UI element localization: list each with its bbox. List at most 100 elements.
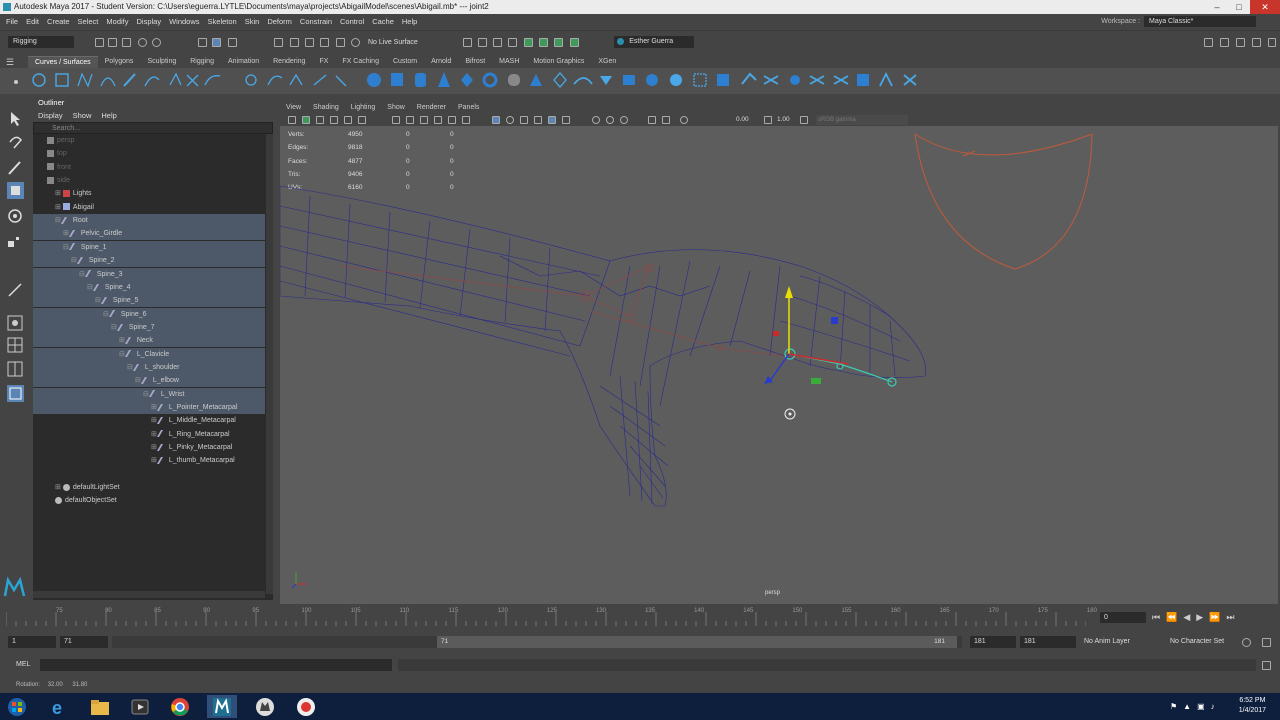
outliner-row[interactable]: ⊞ L_Middle_Metacarpal xyxy=(33,414,265,427)
play-forward-icon[interactable]: ▶ xyxy=(1196,613,1203,622)
outliner-menu-show[interactable]: Show xyxy=(73,111,92,120)
expand-toggle-icon[interactable]: ⊟ xyxy=(111,324,117,331)
outliner-row[interactable]: ⊞ Lights xyxy=(33,187,265,200)
grease-pencil-icon[interactable] xyxy=(358,116,366,124)
menu-constrain[interactable]: Constrain xyxy=(300,17,332,26)
pencil-curve-icon[interactable] xyxy=(123,73,136,87)
show-hidden-icons-icon[interactable]: ▲ xyxy=(1183,702,1191,711)
outliner-row[interactable]: ⊞ Pelvic_Girdle xyxy=(33,227,265,241)
square-surface-icon[interactable] xyxy=(903,74,917,86)
maximize-button[interactable]: □ xyxy=(1228,0,1250,14)
grid-icon[interactable] xyxy=(392,116,400,124)
viewport-menu-show[interactable]: Show xyxy=(387,104,405,111)
outliner-row[interactable]: ⊞ defaultLightSet xyxy=(33,481,265,494)
layout-outliner-icon[interactable] xyxy=(7,385,24,402)
outliner-row[interactable]: front xyxy=(33,161,265,174)
range-bar-track[interactable]: 71 181 xyxy=(112,636,962,648)
anti-aliasing-icon[interactable] xyxy=(648,116,656,124)
menu-deform[interactable]: Deform xyxy=(267,17,292,26)
2d-pan-zoom-icon[interactable] xyxy=(344,116,352,124)
outliner-row[interactable]: ⊟ Spine_6 xyxy=(33,307,265,321)
go-to-start-icon[interactable]: ⏮ xyxy=(1152,613,1160,622)
safe-action-icon[interactable] xyxy=(462,116,470,124)
hypershade-icon[interactable] xyxy=(524,38,533,47)
step-back-key-icon[interactable]: ⏪ xyxy=(1166,613,1177,622)
viewport-menu-lighting[interactable]: Lighting xyxy=(351,104,376,111)
nurbs-cone-icon[interactable] xyxy=(438,72,450,87)
open-scene-icon[interactable] xyxy=(108,38,117,47)
select-tool-icon[interactable] xyxy=(11,112,20,126)
outliner-row[interactable]: defaultObjectSet xyxy=(33,494,265,507)
menu-set-dropdown[interactable]: Rigging xyxy=(8,36,74,48)
new-scene-icon[interactable] xyxy=(95,38,104,47)
select-by-hierarchy-icon[interactable] xyxy=(198,38,207,47)
playback-end-field[interactable]: 181 xyxy=(970,636,1016,648)
viewport-menu-view[interactable]: View xyxy=(286,104,301,111)
menu-windows[interactable]: Windows xyxy=(169,17,199,26)
minimize-button[interactable]: – xyxy=(1206,0,1228,14)
outliner-row[interactable]: ⊟ Spine_4 xyxy=(33,280,265,294)
move-tool-icon[interactable] xyxy=(7,182,24,199)
playback-start-field[interactable]: 71 xyxy=(60,636,108,648)
viewport-persp[interactable]: Verts: 4950 0 0 Edges: 9818 0 0 Faces: 4877 0 0 Tris… xyxy=(280,126,1278,604)
depth-of-field-icon[interactable] xyxy=(662,116,670,124)
workspace-dropdown[interactable]: Maya Classic* xyxy=(1144,16,1256,27)
time-slider-ticks[interactable]: 75 80 85 90 95 100 105 110 115 120 125 130 135 140 145… xyxy=(5,606,1097,628)
menu-edit[interactable]: Edit xyxy=(26,17,39,26)
loft-icon[interactable] xyxy=(267,75,283,86)
script-editor-icon[interactable] xyxy=(1262,661,1271,670)
outliner-row[interactable]: ⊞ L_Pinky_Metacarpal xyxy=(33,441,265,454)
outliner-row[interactable]: top xyxy=(33,147,265,160)
ipr-render-icon[interactable] xyxy=(493,38,502,47)
outliner-vertical-scrollbar[interactable] xyxy=(266,134,273,594)
toggle-modeling-toolkit-icon[interactable] xyxy=(539,38,548,47)
outliner-menu-display[interactable]: Display xyxy=(38,111,63,120)
wireframe-on-shaded-icon[interactable] xyxy=(520,116,528,124)
scale-tool-icon[interactable] xyxy=(8,237,19,247)
nurbs-torus-icon[interactable] xyxy=(482,72,498,88)
scene-wireframe[interactable] xyxy=(280,126,1278,604)
expand-toggle-icon[interactable]: ⊞ xyxy=(151,404,157,411)
last-tool-icon[interactable] xyxy=(8,283,22,297)
camera-attributes-icon[interactable] xyxy=(302,116,310,124)
shadows-icon[interactable] xyxy=(592,116,600,124)
nurbs-circle-icon[interactable] xyxy=(32,73,46,87)
extrude-curve-icon[interactable] xyxy=(289,73,303,86)
script-language-toggle[interactable]: MEL xyxy=(16,661,30,668)
viewport-menu-renderer[interactable]: Renderer xyxy=(417,104,446,111)
open-close-surface-icon[interactable] xyxy=(573,77,593,85)
auto-key-icon[interactable] xyxy=(1242,638,1251,647)
bookmarks-icon[interactable] xyxy=(316,116,324,124)
step-back-frame-icon[interactable]: ◀ xyxy=(1183,613,1190,622)
film-gate-icon[interactable] xyxy=(406,116,414,124)
paint-select-icon[interactable] xyxy=(8,161,21,175)
range-bar-handle[interactable]: 71 181 xyxy=(437,636,957,648)
project-curve-icon[interactable] xyxy=(763,75,779,85)
textured-icon[interactable] xyxy=(534,116,542,124)
snap-to-curve-icon[interactable] xyxy=(290,38,299,47)
select-by-component-icon[interactable] xyxy=(228,38,237,47)
exposure-value[interactable]: 0.00 xyxy=(736,116,749,123)
outliner-row[interactable]: ⊞ L_thumb_Metacarpal xyxy=(33,454,265,467)
layout-four-pane-icon[interactable] xyxy=(7,337,23,353)
view-transform-icon[interactable] xyxy=(800,116,808,124)
undo-icon[interactable] xyxy=(138,38,147,47)
gamma-value[interactable]: 1.00 xyxy=(777,116,790,123)
shelf-tab-rendering[interactable]: Rendering xyxy=(266,56,312,68)
render-current-icon[interactable] xyxy=(478,38,487,47)
time-slider[interactable]: 75 80 85 90 95 100 105 110 115 120 125 130 135 140 145… xyxy=(0,606,1280,630)
shelf-gear-icon[interactable] xyxy=(14,80,18,84)
arm-joints[interactable] xyxy=(339,263,801,359)
start-button[interactable] xyxy=(4,695,30,718)
gamma-icon[interactable] xyxy=(764,116,772,124)
attach-curve-icon[interactable] xyxy=(204,75,221,86)
nurbs-cylinder-icon[interactable] xyxy=(415,73,426,87)
expand-toggle-icon[interactable]: ⊞ xyxy=(55,484,61,491)
animation-preferences-icon[interactable] xyxy=(1262,638,1271,647)
arc-tool-icon[interactable] xyxy=(144,76,160,87)
menu-skin[interactable]: Skin xyxy=(245,17,260,26)
smooth-shade-icon[interactable] xyxy=(506,116,514,124)
menu-skeleton[interactable]: Skeleton xyxy=(208,17,237,26)
shelf-tab-animation[interactable]: Animation xyxy=(221,56,266,68)
make-live-icon[interactable] xyxy=(336,38,345,47)
